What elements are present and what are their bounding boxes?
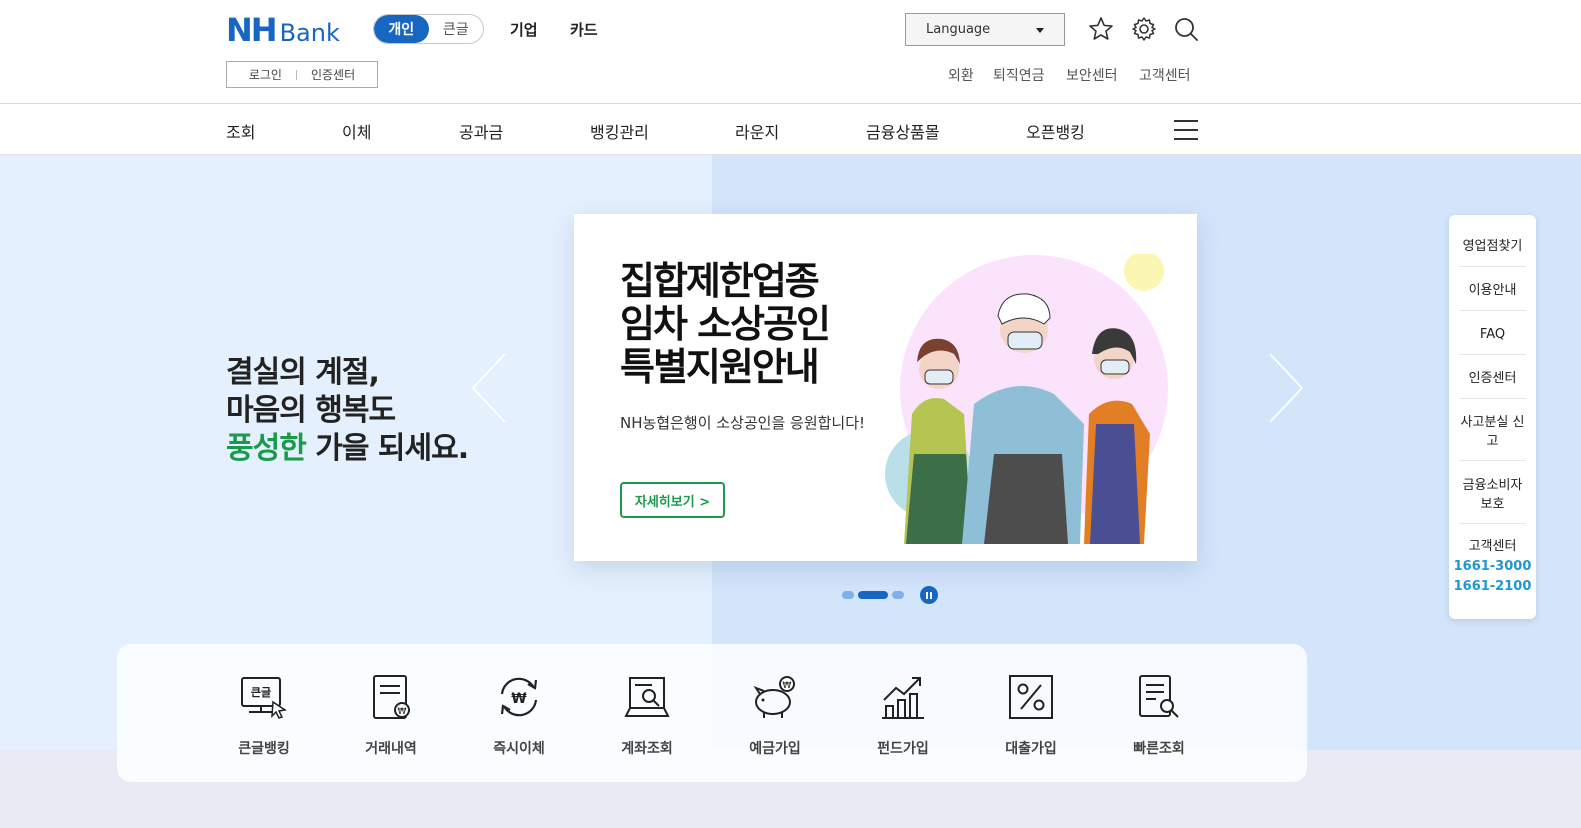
quick-big-text-banking[interactable]: 큰글 큰글뱅킹	[214, 672, 314, 758]
document-search-icon	[1139, 675, 1179, 718]
side-cert-center[interactable]: 인증센터	[1459, 369, 1526, 399]
nav-banking-mgmt[interactable]: 뱅킹관리	[590, 119, 649, 143]
refresh-won-icon: ₩	[500, 677, 538, 717]
nav-transfer[interactable]: 이체	[342, 119, 371, 143]
side-customer-center[interactable]: 고객센터	[1459, 537, 1526, 557]
cert-center-link[interactable]: 인증센터	[311, 66, 355, 83]
percent-icon	[1009, 675, 1053, 719]
language-label: Language	[926, 22, 991, 37]
side-consumer-protection[interactable]: 금융소비자 보호	[1459, 476, 1526, 524]
link-corporate[interactable]: 기업	[510, 19, 538, 40]
logo-bank: Bank	[279, 19, 340, 47]
star-icon[interactable]	[1088, 16, 1114, 42]
nh-bank-logo[interactable]: NH Bank	[226, 12, 340, 48]
link-customer-center[interactable]: 고객센터	[1139, 65, 1191, 85]
hero-slogan: 결실의 계절, 마음의 행복도 풍성한 가을 되세요.	[226, 354, 469, 468]
side-faq[interactable]: FAQ	[1459, 325, 1526, 355]
login-link[interactable]: 로그인	[249, 66, 282, 83]
nav-open-banking[interactable]: 오픈뱅킹	[1026, 119, 1085, 143]
tab-personal[interactable]: 개인	[374, 15, 429, 43]
link-pension[interactable]: 퇴직연금	[993, 65, 1045, 85]
quick-account-inquiry[interactable]: 계좌조회	[597, 672, 697, 758]
slogan-highlight: 풍성한	[226, 431, 307, 466]
svg-text:₩: ₩	[511, 691, 527, 707]
slogan-rest: 가을 되세요.	[305, 431, 469, 466]
banner-title-line2: 임차 소상공인	[620, 302, 831, 346]
document-won-icon: ₩	[373, 675, 410, 719]
phone-number[interactable]: 1661-3000	[1449, 559, 1536, 574]
tab-big-text[interactable]: 큰글	[429, 15, 484, 43]
svg-text:큰글: 큰글	[251, 686, 271, 699]
login-box: 로그인 인증센터	[226, 61, 378, 88]
banner-title-line3: 특별지원안내	[620, 345, 820, 389]
quick-label: 즉시이체	[493, 741, 545, 757]
header: NH Bank 개인 큰글 기업 카드 로그인 인증센터 Language 외환…	[0, 0, 1581, 104]
slogan-line1: 결실의 계절,	[226, 355, 380, 390]
logo-nh: NH	[226, 11, 278, 49]
quick-services: 큰글 큰글뱅킹 ₩ 거래내역 ₩ 즉시이체 계좌조회 ₩ 예금가입 펀드가입 대…	[117, 644, 1307, 782]
link-security-center[interactable]: 보안센터	[1066, 65, 1118, 85]
banner-detail-button[interactable]: 자세히보기 >	[620, 482, 725, 518]
nav-inquiry[interactable]: 조회	[226, 119, 255, 143]
link-forex[interactable]: 외환	[948, 65, 974, 85]
slide-dot-active[interactable]	[858, 591, 888, 599]
slide-dot[interactable]	[842, 591, 854, 599]
banner-title: 집합제한업종 임차 소상공인 특별지원안내	[620, 259, 831, 389]
quick-label: 계좌조회	[621, 741, 673, 757]
link-card[interactable]: 카드	[570, 19, 598, 40]
pause-icon[interactable]	[920, 586, 938, 604]
quick-transactions[interactable]: ₩ 거래내역	[341, 672, 441, 758]
language-select[interactable]: Language	[905, 13, 1065, 46]
caret-down-icon	[1036, 28, 1044, 33]
gear-icon[interactable]	[1131, 16, 1157, 42]
quick-label: 펀드가입	[877, 741, 929, 757]
nav-lounge[interactable]: 라운지	[735, 119, 779, 143]
quick-label: 예금가입	[749, 741, 801, 757]
laptop-search-icon	[624, 677, 670, 717]
side-guide[interactable]: 이용안내	[1459, 281, 1526, 311]
quick-label: 거래내역	[365, 741, 417, 757]
mode-toggle: 개인 큰글	[373, 14, 484, 44]
growth-chart-icon	[882, 677, 924, 719]
promo-banner[interactable]: 집합제한업종 임차 소상공인 특별지원안내 NH농협은행이 소상공인을 응원합니…	[574, 214, 1197, 561]
chevron-left-icon[interactable]	[469, 352, 509, 424]
menu-icon[interactable]	[1174, 120, 1198, 140]
quick-instant-transfer[interactable]: ₩ 즉시이체	[469, 672, 569, 758]
side-branch-finder[interactable]: 영업점찾기	[1459, 237, 1526, 267]
side-lost-report[interactable]: 사고분실 신고	[1459, 413, 1526, 461]
phone-number[interactable]: 1661-2100	[1449, 579, 1536, 594]
slider-pagination	[842, 586, 938, 604]
divider	[295, 69, 297, 80]
banner-title-line1: 집합제한업종	[620, 259, 820, 303]
quick-label: 대출가입	[1005, 741, 1057, 757]
piggy-bank-icon: ₩	[753, 676, 795, 718]
slide-dot[interactable]	[892, 591, 904, 599]
quick-loan[interactable]: 대출가입	[981, 672, 1081, 758]
big-text-monitor-icon: 큰글	[241, 677, 287, 719]
nav-utility-bills[interactable]: 공과금	[459, 119, 503, 143]
quick-label: 빠른조회	[1133, 741, 1185, 757]
chevron-right-icon[interactable]	[1266, 352, 1306, 424]
svg-text:₩: ₩	[783, 681, 792, 691]
quick-fund[interactable]: 펀드가입	[853, 672, 953, 758]
main-nav: 조회 이체 공과금 뱅킹관리 라운지 금융상품몰 오픈뱅킹	[0, 104, 1581, 155]
nav-product-mall[interactable]: 금융상품몰	[866, 119, 940, 143]
slogan-line2: 마음의 행복도	[226, 393, 396, 428]
small-business-workers-illustration	[885, 254, 1168, 544]
quick-fast-inquiry[interactable]: 빠른조회	[1109, 672, 1209, 758]
quick-deposit[interactable]: ₩ 예금가입	[725, 672, 825, 758]
quick-label: 큰글뱅킹	[238, 741, 290, 757]
search-icon[interactable]	[1173, 16, 1199, 42]
banner-subtitle: NH농협은행이 소상공인을 응원합니다!	[620, 414, 866, 432]
svg-text:₩: ₩	[398, 707, 407, 717]
side-quick-menu: 영업점찾기 이용안내 FAQ 인증센터 사고분실 신고 금융소비자 보호 고객센…	[1449, 215, 1536, 619]
slogan-line3: 풍성한 가을 되세요.	[226, 430, 469, 468]
